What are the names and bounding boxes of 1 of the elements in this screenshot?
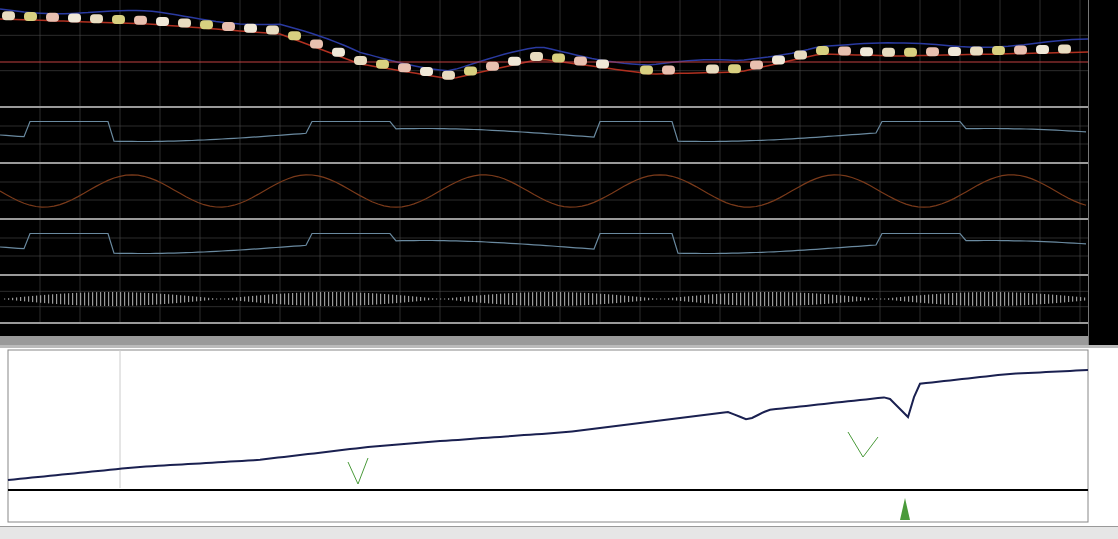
volume-bar (900, 498, 910, 520)
